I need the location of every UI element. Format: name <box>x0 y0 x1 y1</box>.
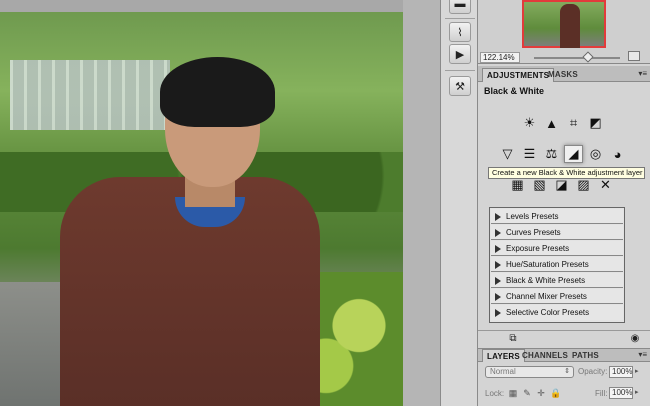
lock-pixels-icon[interactable]: ✎ <box>522 388 532 398</box>
color-balance-button[interactable]: ⚖ <box>542 145 561 163</box>
color-balance-icon: ⚖ <box>545 146 558 161</box>
layers-tabbar: LAYERS CHANNELS PATHS ▾≡ <box>478 348 650 362</box>
opacity-field[interactable]: 100% <box>609 366 633 378</box>
fill-arrow-icon[interactable]: ▸ <box>635 388 639 396</box>
preset-label: Selective Color Presets <box>506 308 590 317</box>
selective-color-icon: ✕ <box>600 177 611 192</box>
curves-icon: ⌗ <box>569 115 578 130</box>
preset-curves[interactable]: Curves Presets <box>491 225 623 240</box>
preset-selective-color[interactable]: Selective Color Presets <box>491 305 623 320</box>
tool-presets-button[interactable]: ⚒ <box>449 76 471 96</box>
hue-saturation-icon: ☰ <box>523 146 536 161</box>
tab-channels[interactable]: CHANNELS <box>518 349 572 362</box>
select-arrows-icon: ⇕ <box>564 368 570 375</box>
photo-filter-button[interactable]: ◎ <box>586 145 605 163</box>
brush-presets-button[interactable]: ⌇ <box>449 22 471 42</box>
zoom-slider-track[interactable] <box>534 57 620 59</box>
levels-icon: ▲ <box>545 115 558 131</box>
expand-triangle-icon <box>495 261 501 269</box>
brightness-contrast-button[interactable]: ☀ <box>520 114 539 132</box>
zoom-percentage-field[interactable]: 122.14% <box>480 52 520 63</box>
invert-icon: ▦ <box>511 177 524 192</box>
tab-paths[interactable]: PATHS <box>568 349 603 362</box>
brush-icon: ⌇ <box>457 26 463 39</box>
expand-triangle-icon <box>495 277 501 285</box>
preset-label: Channel Mixer Presets <box>506 292 587 301</box>
clip-to-layer-icon[interactable]: ⧉ <box>506 333 520 345</box>
preset-label: Black & White Presets <box>506 276 586 285</box>
expand-triangle-icon <box>495 213 501 221</box>
adjustments-panel-title: Black & White <box>484 86 545 96</box>
levels-button[interactable]: ▲ <box>542 114 561 132</box>
black-white-icon: ◢ <box>568 146 579 161</box>
zoom-slider-knob[interactable] <box>582 51 594 63</box>
expand-triangle-icon <box>495 309 501 317</box>
gradient-map-icon: ▨ <box>577 177 590 192</box>
posterize-icon: ▧ <box>533 177 546 192</box>
adjustments-tabbar: ADJUSTMENTS MASKS ▾≡ <box>478 66 650 82</box>
layer-visibility-icon[interactable]: ◉ <box>628 333 642 345</box>
lock-label: Lock: <box>485 389 505 398</box>
preset-black-white[interactable]: Black & White Presets <box>491 273 623 288</box>
strip-divider <box>445 70 475 71</box>
expand-triangle-icon <box>495 229 501 237</box>
preset-label: Hue/Saturation Presets <box>506 260 589 269</box>
exposure-icon: ◩ <box>589 115 602 130</box>
strip-divider <box>445 18 475 19</box>
navigator-thumbnail-person <box>560 4 580 48</box>
expand-triangle-icon <box>495 245 501 253</box>
preset-exposure[interactable]: Exposure Presets <box>491 241 623 256</box>
navigator-thumbnail[interactable] <box>522 0 606 48</box>
vibrance-button[interactable]: ▽ <box>498 145 517 163</box>
zoom-in-icon[interactable] <box>628 51 640 61</box>
lock-position-icon[interactable]: ✛ <box>536 388 546 398</box>
tab-masks[interactable]: MASKS <box>544 68 582 82</box>
photoshop-workspace: ▐ ▬ ⌇ ▶ ⚒ 122.14% ADJUSTMENTS MASKS ▾≡ B… <box>0 0 650 406</box>
brightness-icon: ☀ <box>523 115 536 130</box>
preset-hue-saturation[interactable]: Hue/Saturation Presets <box>491 257 623 272</box>
stamp-icon: ⚒ <box>455 80 465 93</box>
navigator-panel: 122.14% <box>478 0 650 64</box>
lock-all-icon[interactable]: 🔒 <box>550 388 561 398</box>
blend-mode-value: Normal <box>490 367 516 376</box>
photo-person <box>60 57 320 406</box>
fill-field[interactable]: 100% <box>609 387 633 399</box>
curves-button[interactable]: ⌗ <box>564 114 583 132</box>
preset-channel-mixer[interactable]: Channel Mixer Presets <box>491 289 623 304</box>
canvas-pasteboard <box>403 0 440 406</box>
preset-levels[interactable]: Levels Presets <box>491 209 623 224</box>
vibrance-icon: ▽ <box>502 146 513 161</box>
channel-mixer-button[interactable]: ◕ <box>608 145 627 163</box>
black-white-button[interactable]: ◢ <box>564 145 583 163</box>
opacity-label: Opacity: <box>578 367 608 376</box>
history-icon: ▬ <box>454 0 466 10</box>
blend-mode-select[interactable]: Normal ⇕ <box>485 366 574 378</box>
panel-icon-strip: ▬ ⌇ ▶ ⚒ <box>440 0 478 406</box>
exposure-button[interactable]: ◩ <box>586 114 605 132</box>
layers-panel-menu-icon[interactable]: ▾≡ <box>638 350 647 359</box>
hue-saturation-button[interactable]: ☰ <box>520 145 539 163</box>
black-white-tooltip: Create a new Black & White adjustment la… <box>488 167 645 179</box>
fill-label: Fill: <box>595 389 608 398</box>
right-panel-dock: 122.14% ADJUSTMENTS MASKS ▾≡ Black & Whi… <box>478 0 650 406</box>
panel-menu-icon[interactable]: ▾≡ <box>638 69 647 78</box>
document-photo[interactable] <box>0 12 403 406</box>
play-icon: ▶ <box>455 48 465 61</box>
tool-button-top[interactable]: ▬ <box>449 0 471 14</box>
adjustment-presets-list: Levels Presets Curves Presets Exposure P… <box>489 207 625 323</box>
actions-button[interactable]: ▶ <box>449 44 471 64</box>
adjustments-footer: ⧉ ◉ <box>478 330 650 346</box>
preset-label: Levels Presets <box>506 212 559 221</box>
photo-filter-icon: ◎ <box>589 146 602 161</box>
person-hair <box>160 57 275 127</box>
channel-mixer-icon: ◕ <box>613 146 622 162</box>
threshold-icon: ◪ <box>555 177 568 192</box>
opacity-arrow-icon[interactable]: ▸ <box>635 367 639 375</box>
preset-label: Exposure Presets <box>506 244 570 253</box>
lock-transparency-icon[interactable]: ▦ <box>508 388 518 398</box>
expand-triangle-icon <box>495 293 501 301</box>
preset-label: Curves Presets <box>506 228 561 237</box>
